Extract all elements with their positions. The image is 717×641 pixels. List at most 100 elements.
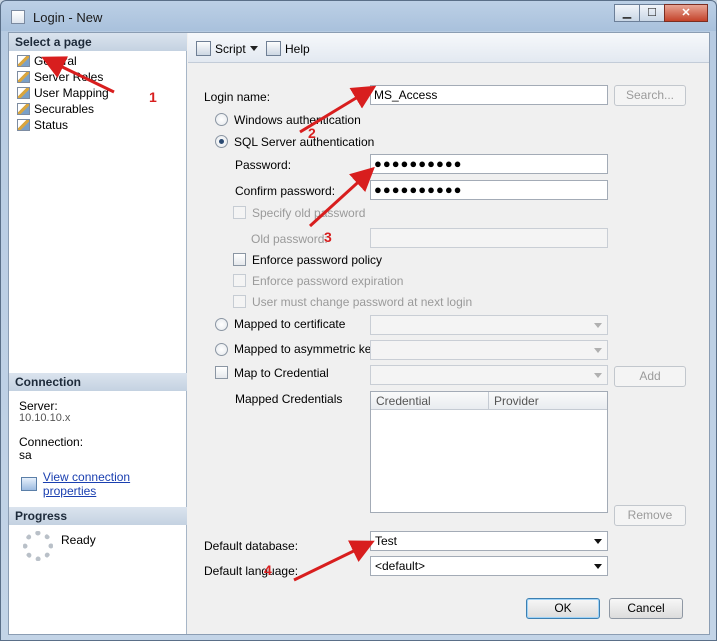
default-language-label: Default language: xyxy=(204,564,299,578)
chevron-down-icon xyxy=(594,373,602,378)
mapped-credentials-label: Mapped Credentials xyxy=(235,392,343,406)
right-pane: Script Help Login name: Search... Window… xyxy=(188,33,709,634)
progress-spinner-icon xyxy=(23,531,53,561)
maximize-button[interactable]: ☐ xyxy=(639,4,665,22)
chevron-down-icon[interactable] xyxy=(249,46,258,51)
old-password-label: Old password: xyxy=(251,232,328,246)
credential-combo[interactable] xyxy=(370,365,608,385)
link-text[interactable]: View connection properties xyxy=(43,470,186,498)
close-button[interactable]: ✕ xyxy=(664,4,708,22)
certificate-combo[interactable] xyxy=(370,315,608,335)
cancel-button[interactable]: Cancel xyxy=(609,598,683,619)
page-icon xyxy=(17,87,30,99)
annotation-number-3: 3 xyxy=(324,229,332,245)
ok-button[interactable]: OK xyxy=(526,598,600,619)
page-user-mapping[interactable]: User Mapping xyxy=(17,85,109,101)
view-connection-properties-link[interactable]: View connection properties xyxy=(21,470,186,498)
login-name-input[interactable] xyxy=(370,85,608,105)
specify-old-password-label: Specify old password xyxy=(252,206,366,220)
default-language-combo[interactable]: <default> xyxy=(370,556,608,576)
chevron-down-icon xyxy=(594,348,602,353)
minimize-button[interactable]: ▁ xyxy=(614,4,640,22)
help-icon xyxy=(266,41,281,56)
help-label: Help xyxy=(285,41,310,56)
must-change-password-label: User must change password at next login xyxy=(252,295,473,309)
connection-label: Connection: xyxy=(19,435,84,449)
mapped-credentials-grid[interactable]: Credential Provider xyxy=(370,391,608,513)
page-icon xyxy=(17,103,30,115)
mapped-certificate-radio[interactable] xyxy=(215,318,228,331)
left-pane: Select a page General Server Roles User … xyxy=(9,33,187,634)
map-to-credential-label: Map to Credential xyxy=(234,366,329,380)
enforce-password-expiration-checkbox[interactable] xyxy=(233,274,246,287)
grid-col-provider[interactable]: Provider xyxy=(489,392,607,409)
page-label: Securables xyxy=(34,102,95,116)
grid-col-credential[interactable]: Credential xyxy=(371,392,489,409)
grid-header: Credential Provider xyxy=(371,392,607,410)
add-button[interactable]: Add xyxy=(614,366,686,387)
sql-auth-radio[interactable] xyxy=(215,135,228,148)
page-label: General xyxy=(34,54,77,68)
default-database-label: Default database: xyxy=(204,539,299,553)
login-new-window: Login - New ▁ ☐ ✕ Select a page General … xyxy=(0,0,717,641)
default-language-value: <default> xyxy=(375,559,426,573)
chevron-down-icon xyxy=(594,539,602,544)
must-change-password-checkbox[interactable] xyxy=(233,295,246,308)
page-general[interactable]: General xyxy=(17,53,109,69)
connection-header: Connection xyxy=(9,373,187,391)
chevron-down-icon xyxy=(594,564,602,569)
window-app-icon xyxy=(11,10,25,24)
page-list: General Server Roles User Mapping Secura… xyxy=(17,53,109,133)
script-icon xyxy=(196,41,211,56)
password-input[interactable]: ●●●●●●●●●● xyxy=(370,154,608,174)
confirm-password-input[interactable]: ●●●●●●●●●● xyxy=(370,180,608,200)
script-button[interactable]: Script xyxy=(196,41,262,56)
mapped-asymmetric-key-radio[interactable] xyxy=(215,343,228,356)
page-label: Server Roles xyxy=(34,70,104,84)
default-database-combo[interactable]: Test xyxy=(370,531,608,551)
window-controls: ▁ ☐ ✕ xyxy=(614,4,708,22)
password-label: Password: xyxy=(235,158,292,172)
annotation-number-2: 2 xyxy=(308,125,316,141)
annotation-number-4: 4 xyxy=(264,562,272,578)
help-button[interactable]: Help xyxy=(266,41,310,56)
page-icon xyxy=(17,55,30,67)
page-label: Status xyxy=(34,118,69,132)
properties-icon xyxy=(21,477,37,491)
page-server-roles[interactable]: Server Roles xyxy=(17,69,109,85)
page-securables[interactable]: Securables xyxy=(17,101,109,117)
mapped-asymmetric-key-label: Mapped to asymmetric key xyxy=(234,342,378,356)
dialog-client-area: Select a page General Server Roles User … xyxy=(8,32,710,635)
remove-button[interactable]: Remove xyxy=(614,505,686,526)
toolbar: Script Help xyxy=(188,33,709,63)
windows-auth-label: Windows authentication xyxy=(234,113,361,127)
server-label: Server: xyxy=(19,399,58,413)
specify-old-password-checkbox[interactable] xyxy=(233,206,246,219)
sql-auth-label: SQL Server authentication xyxy=(234,135,375,149)
page-icon xyxy=(17,119,30,131)
progress-header: Progress xyxy=(9,507,187,525)
script-label: Script xyxy=(215,41,246,56)
progress-status: Ready xyxy=(61,533,96,547)
page-icon xyxy=(17,71,30,83)
select-page-header: Select a page xyxy=(9,33,187,51)
annotation-number-1: 1 xyxy=(149,89,157,105)
page-label: User Mapping xyxy=(34,86,109,100)
search-button[interactable]: Search... xyxy=(614,85,686,106)
enforce-password-expiration-label: Enforce password expiration xyxy=(252,274,404,288)
server-value: 10.10.10.x xyxy=(19,412,71,424)
connection-value: sa xyxy=(19,448,32,462)
enforce-password-policy-checkbox[interactable] xyxy=(233,253,246,266)
default-database-value: Test xyxy=(375,534,398,548)
window-title: Login - New xyxy=(33,10,103,25)
login-name-label: Login name: xyxy=(204,90,271,104)
asymmetric-key-combo[interactable] xyxy=(370,340,608,360)
mapped-certificate-label: Mapped to certificate xyxy=(234,317,346,331)
old-password-input[interactable] xyxy=(370,228,608,248)
page-status[interactable]: Status xyxy=(17,117,109,133)
confirm-password-label: Confirm password: xyxy=(235,184,336,198)
enforce-password-policy-label: Enforce password policy xyxy=(252,253,383,267)
windows-auth-radio[interactable] xyxy=(215,113,228,126)
map-to-credential-checkbox[interactable] xyxy=(215,366,228,379)
title-bar[interactable]: Login - New ▁ ☐ ✕ xyxy=(1,1,716,33)
